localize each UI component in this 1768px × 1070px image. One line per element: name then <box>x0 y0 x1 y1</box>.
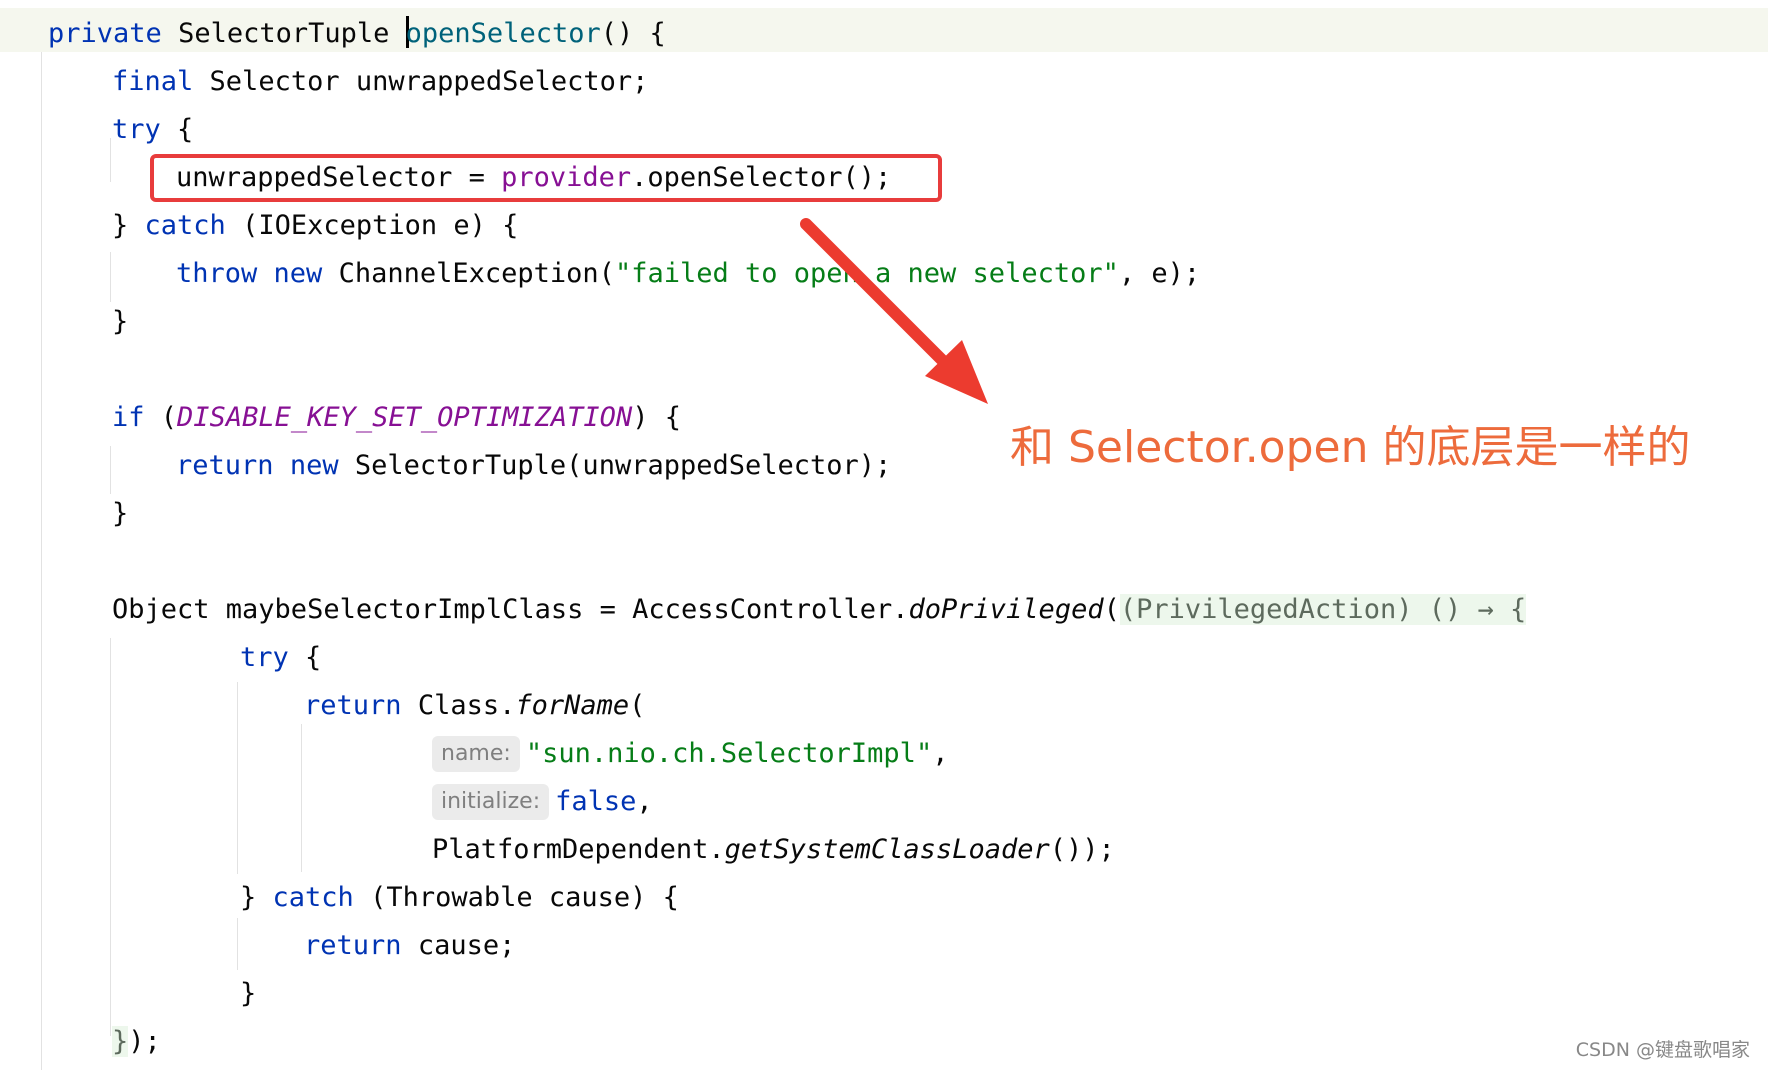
annotation-text: 和 Selector.open 的底层是一样的 <box>1010 422 1691 473</box>
arrow-icon <box>800 218 988 404</box>
watermark: CSDN @键盘歌唱家 <box>1575 1039 1750 1061</box>
